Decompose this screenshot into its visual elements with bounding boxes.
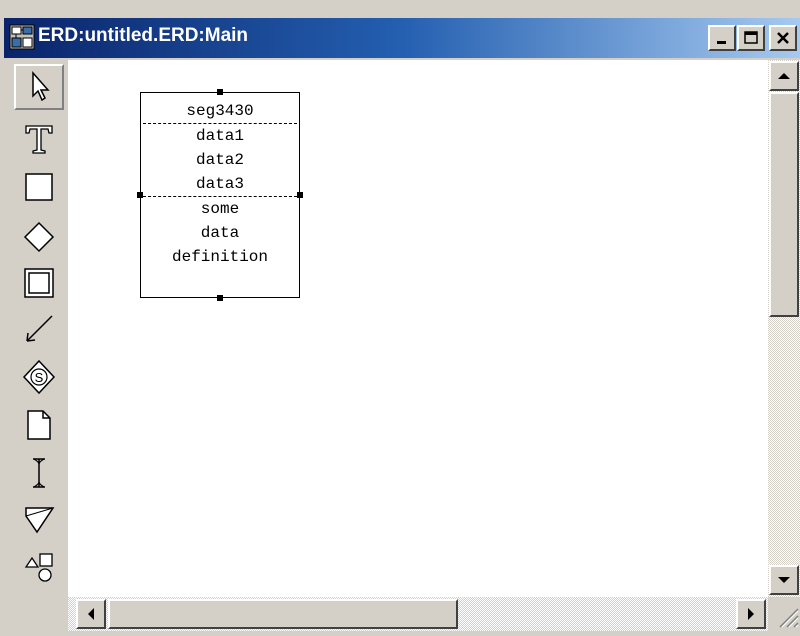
minimize-icon [717, 41, 726, 44]
title-bar[interactable]: ERD:untitled.ERD:Main [4, 18, 800, 58]
entity-attribute: data3 [195, 175, 244, 193]
triangle-tool[interactable] [14, 496, 64, 542]
resize-handle-bottom[interactable] [217, 295, 223, 301]
text-T-icon [25, 125, 53, 154]
resize-grip[interactable] [768, 597, 800, 631]
arrow-up-icon [778, 73, 790, 79]
entity-definition-line: some [200, 200, 240, 218]
rectangle-icon [25, 173, 53, 201]
text-tool[interactable] [14, 116, 64, 162]
triangle-icon [25, 507, 55, 534]
diamond-icon [23, 221, 55, 253]
svg-text:S: S [35, 370, 44, 385]
resize-handle-left[interactable] [137, 192, 143, 198]
entity-definition-line: data [200, 224, 240, 242]
shapes-icon [24, 553, 53, 582]
document-icon [27, 410, 51, 440]
tool-palette: S [10, 60, 68, 600]
erd-app-icon [9, 24, 35, 50]
entity-tool[interactable] [14, 164, 64, 210]
horizontal-scroll-thumb[interactable] [108, 599, 458, 629]
horizontal-scrollbar[interactable] [68, 597, 768, 631]
scroll-down-button[interactable] [769, 565, 799, 595]
scroll-right-button[interactable] [736, 599, 766, 629]
subtype-tool[interactable]: S [14, 354, 64, 400]
double-rectangle-icon [24, 268, 54, 298]
i-beam-icon [33, 458, 45, 488]
entity-box-seg3430[interactable]: seg3430 data1 data2 data3 some data defi… [140, 92, 300, 298]
maximize-icon [744, 31, 758, 44]
cardinality-tool[interactable] [14, 450, 64, 496]
erd-window: ERD:untitled.ERD:Main S seg3430 data1 da… [0, 0, 800, 631]
arrow-down-icon [778, 577, 790, 583]
size-grip-icon [779, 608, 799, 628]
entity-attribute: data1 [195, 127, 244, 145]
line-arrow-icon [26, 315, 53, 342]
diamond-s-icon: S [22, 359, 56, 395]
vertical-scroll-thumb[interactable] [769, 92, 799, 317]
note-tool[interactable] [14, 402, 64, 448]
entity-definition-line: definition [171, 248, 268, 266]
window-title: ERD:untitled.ERD:Main [38, 25, 249, 46]
entity-name: seg3430 [186, 102, 254, 120]
arrow-pointer-icon [32, 71, 50, 102]
resize-handle-right[interactable] [297, 192, 303, 198]
scroll-left-button[interactable] [76, 599, 106, 629]
scroll-up-button[interactable] [769, 61, 799, 91]
arrow-right-icon [748, 608, 754, 620]
weak-entity-tool[interactable] [14, 260, 64, 306]
relationship-tool[interactable] [14, 214, 64, 260]
close-button[interactable] [769, 25, 797, 51]
vertical-scrollbar[interactable] [768, 60, 800, 597]
pointer-tool[interactable] [14, 64, 64, 110]
entity-attribute: data2 [195, 151, 244, 169]
minimize-button[interactable] [708, 25, 736, 51]
close-icon [777, 32, 789, 44]
shapes-tool[interactable] [14, 544, 64, 590]
maximize-button[interactable] [737, 25, 765, 51]
resize-handle-top[interactable] [217, 89, 223, 95]
arrow-left-icon [88, 608, 94, 620]
connector-tool[interactable] [14, 306, 64, 352]
